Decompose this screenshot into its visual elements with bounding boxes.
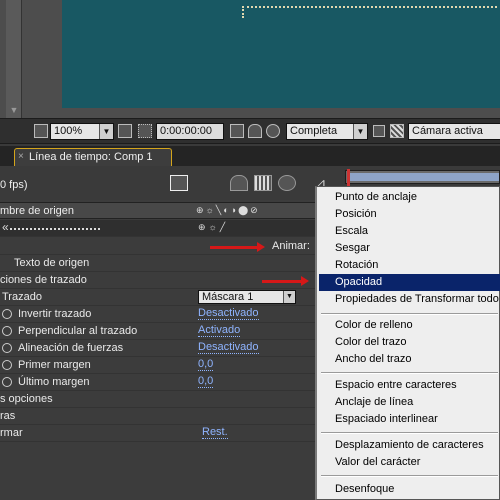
reverse-path-label: Invertir trazado xyxy=(18,308,92,320)
stopwatch-icon[interactable] xyxy=(2,326,12,336)
frame-blending-icon[interactable] xyxy=(254,175,272,191)
animate-context-menu: Punto de anclaje Posición Escala Sesgar … xyxy=(315,186,500,500)
first-margin-value[interactable]: 0,0 xyxy=(198,359,214,371)
menu-item-position[interactable]: Posición xyxy=(319,206,500,223)
stopwatch-icon[interactable] xyxy=(2,377,12,387)
draft-3d-icon[interactable] xyxy=(230,175,248,191)
zoom-value: 100% xyxy=(54,125,83,137)
menu-item-rotation[interactable]: Rotación xyxy=(319,257,500,274)
more-options-label: s opciones xyxy=(0,393,53,405)
menu-item-character-offset[interactable]: Desplazamiento de caracteres xyxy=(319,437,500,454)
viewer-scrollbar[interactable]: ▼ xyxy=(6,0,22,118)
menu-item-line-anchor[interactable]: Anclaje de línea xyxy=(319,394,500,411)
force-align-label: Alineación de fuerzas xyxy=(18,342,124,354)
menu-item-anchor-point[interactable]: Punto de anclaje xyxy=(319,189,500,206)
region-of-interest-icon[interactable] xyxy=(138,124,152,138)
menu-item-tracking[interactable]: Espacio entre caracteres xyxy=(319,377,500,394)
timecode-value: 0:00:00:00 xyxy=(160,125,212,137)
fps-readout: 0 fps) xyxy=(0,179,28,191)
camera-dropdown[interactable]: Cámara activa xyxy=(408,123,500,140)
time-ruler[interactable] xyxy=(345,170,500,184)
reverse-path-value[interactable]: Desactivado xyxy=(198,308,259,320)
source-name-column-label[interactable]: mbre de origen xyxy=(0,205,74,217)
mask-value: Máscara 1 xyxy=(202,291,254,303)
transparency-grid-icon[interactable] xyxy=(390,124,404,138)
menu-item-blur[interactable]: Desenfoque xyxy=(319,481,500,498)
ras-label: ras xyxy=(0,410,16,422)
transform-label: rmar xyxy=(0,427,23,439)
collapse-arrow-icon[interactable]: « xyxy=(2,220,9,234)
resolution-value: Completa xyxy=(290,125,338,137)
perpendicular-label: Perpendicular al trazado xyxy=(18,325,138,337)
menu-item-line-spacing[interactable]: Espaciado interlinear xyxy=(319,411,500,428)
last-margin-value[interactable]: 0,0 xyxy=(198,376,214,388)
fast-preview-icon[interactable] xyxy=(373,125,385,137)
text-path-guide xyxy=(242,6,497,18)
zoom-dropdown[interactable]: 100% ▼ xyxy=(50,123,114,140)
menu-separator xyxy=(321,432,498,434)
menu-separator xyxy=(321,475,498,477)
monitor-icon[interactable] xyxy=(34,124,48,138)
composition-canvas[interactable] xyxy=(62,0,500,108)
chevron-down-icon: ▼ xyxy=(353,124,367,139)
timeline-tab-bar: × Línea de tiempo: Comp 1 xyxy=(0,146,500,166)
tab-timeline-comp-1[interactable]: × Línea de tiempo: Comp 1 xyxy=(14,148,172,166)
chevron-down-icon: ▼ xyxy=(99,124,113,139)
resolution-dropdown[interactable]: Completa ▼ xyxy=(286,123,368,140)
last-margin-label: Último margen xyxy=(18,376,90,388)
reset-link[interactable]: Rest. xyxy=(202,427,228,439)
stopwatch-icon[interactable] xyxy=(2,360,12,370)
menu-item-scale[interactable]: Escala xyxy=(319,223,500,240)
layer-switches-icon: ⊕☼╲◐◑⬤⊘ xyxy=(196,205,260,215)
tab-label: Línea de tiempo: Comp 1 xyxy=(29,151,153,163)
menu-item-all-transform-properties[interactable]: Propiedades de Transformar todo xyxy=(319,291,500,308)
path-label: Trazado xyxy=(2,291,42,303)
snapshot-icon[interactable] xyxy=(230,124,244,138)
layer-switches-icon[interactable]: ⊕☼╱ xyxy=(198,222,318,234)
current-time-indicator[interactable] xyxy=(347,169,350,187)
scroll-down-arrow-icon[interactable]: ▼ xyxy=(7,104,21,116)
stopwatch-icon[interactable] xyxy=(2,343,12,353)
live-update-icon[interactable] xyxy=(194,175,212,191)
perpendicular-value[interactable]: Activado xyxy=(198,325,241,337)
composition-viewer: ▼ xyxy=(0,0,500,118)
menu-separator xyxy=(321,372,498,374)
safe-margins-icon[interactable] xyxy=(118,124,132,138)
mask-dropdown[interactable]: Máscara 1 ▼ xyxy=(198,290,296,304)
first-margin-label: Primer margen xyxy=(18,359,91,371)
source-text-label: Texto de origen xyxy=(14,257,90,269)
viewer-toolbar: 100% ▼ 0:00:00:00 Completa ▼ Cámara acti… xyxy=(0,118,500,144)
menu-item-opacity[interactable]: Opacidad xyxy=(319,274,500,291)
channels-icon[interactable] xyxy=(266,124,280,138)
show-snapshot-icon[interactable] xyxy=(248,124,262,138)
camera-value: Cámara activa xyxy=(412,125,483,137)
comp-mini-flowchart-icon[interactable] xyxy=(170,175,188,191)
annotation-arrow-animate xyxy=(210,242,265,252)
menu-item-stroke-color[interactable]: Color del trazo xyxy=(319,334,500,351)
path-options-label: ciones de trazado xyxy=(0,274,87,286)
motion-blur-icon[interactable] xyxy=(278,175,296,191)
chevron-down-icon: ▼ xyxy=(283,291,295,303)
timecode-field[interactable]: 0:00:00:00 xyxy=(156,123,224,140)
menu-item-fill-color[interactable]: Color de relleno xyxy=(319,317,500,334)
menu-separator xyxy=(321,313,498,315)
close-icon[interactable]: × xyxy=(18,149,24,165)
work-area-bar[interactable] xyxy=(349,173,499,181)
menu-item-skew[interactable]: Sesgar xyxy=(319,240,500,257)
menu-item-character-value[interactable]: Valor del carácter xyxy=(319,454,500,471)
stopwatch-icon[interactable] xyxy=(2,309,12,319)
menu-item-stroke-width[interactable]: Ancho del trazo xyxy=(319,351,500,368)
animate-label[interactable]: Animar: xyxy=(272,240,310,252)
layer-name-placeholder xyxy=(10,228,100,230)
force-align-value[interactable]: Desactivado xyxy=(198,342,259,354)
annotation-arrow-opacity xyxy=(262,276,309,286)
